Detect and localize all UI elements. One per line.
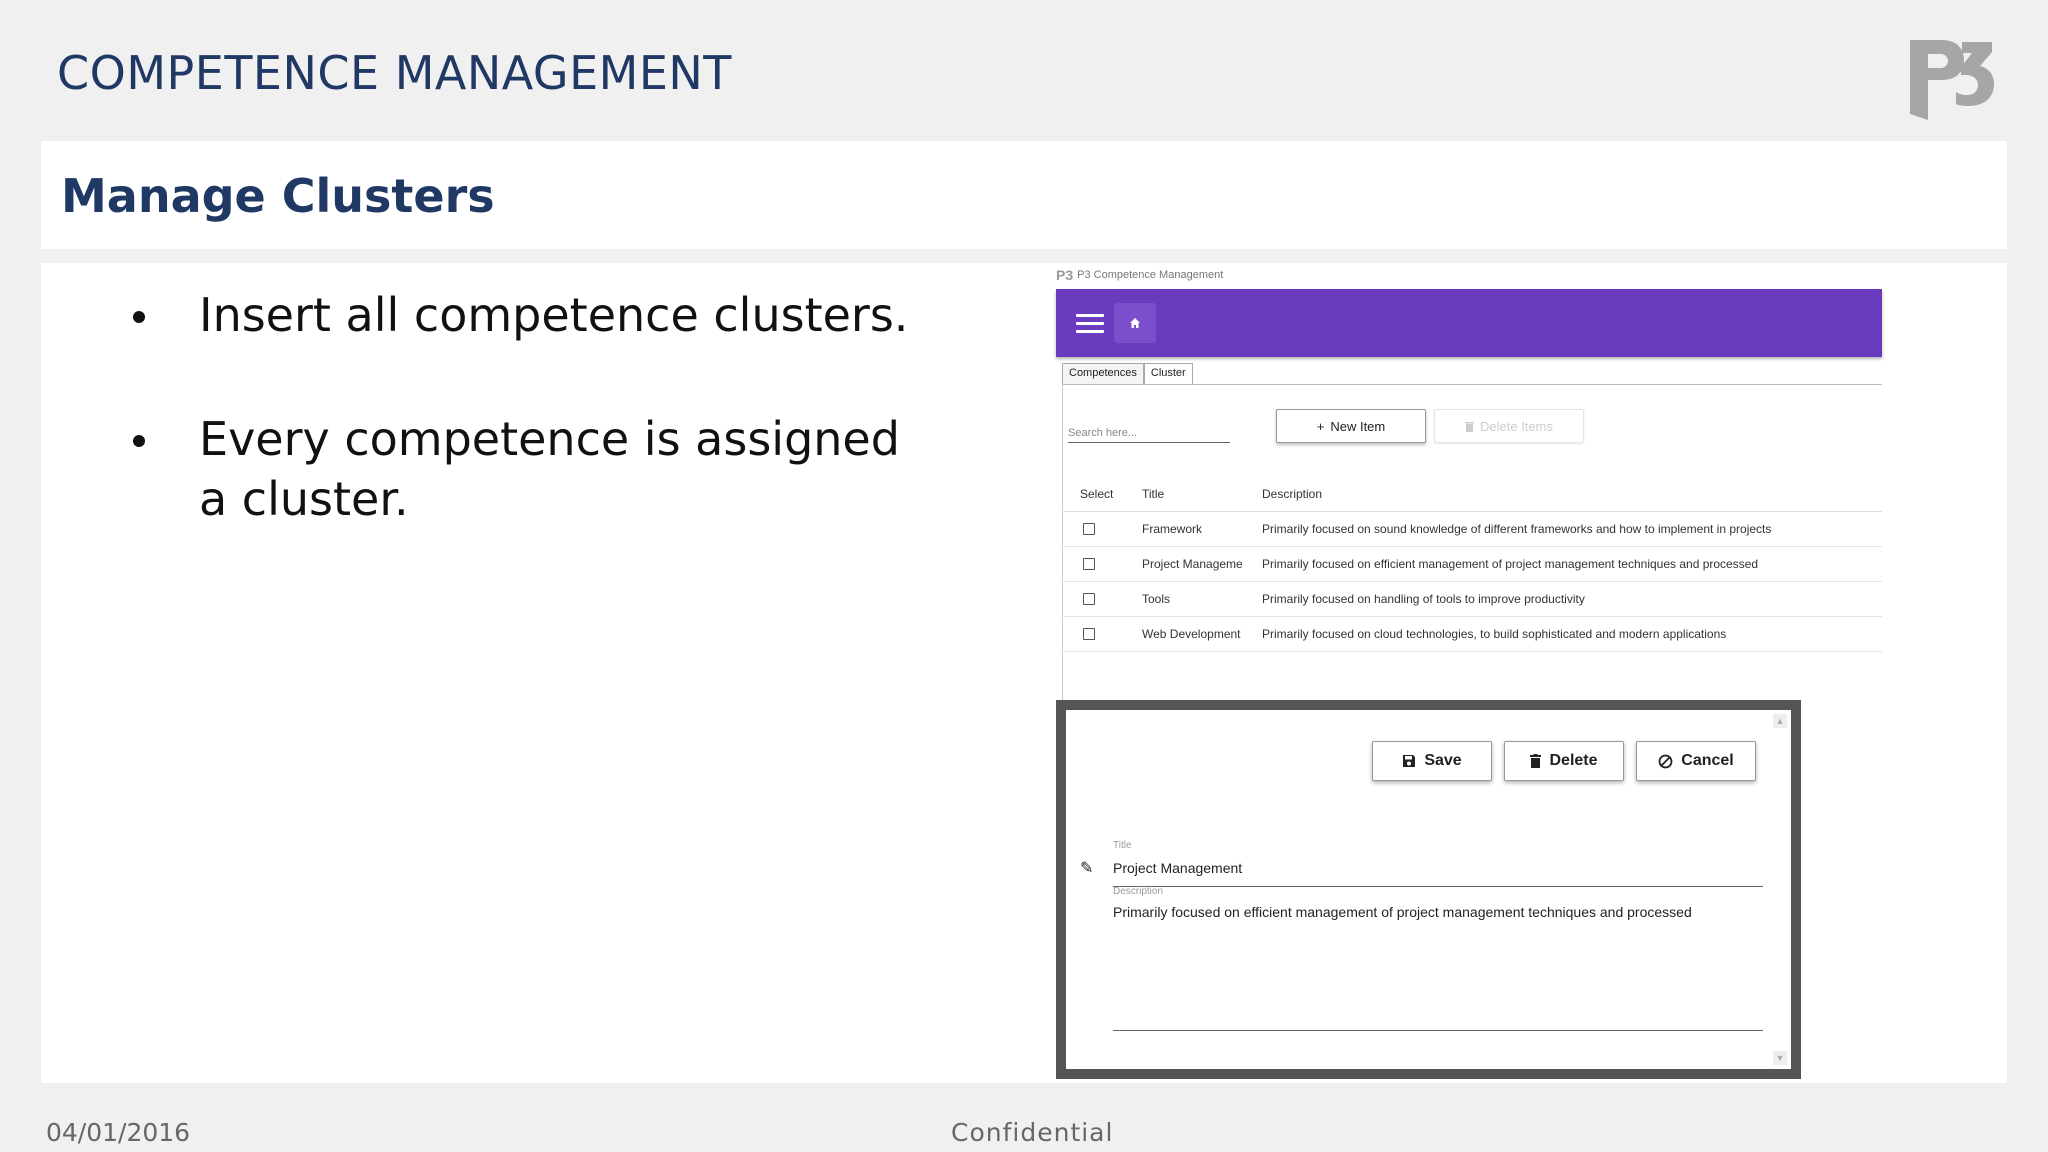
- delete-label: Delete: [1549, 752, 1598, 769]
- bullet-text: Insert all competence clusters.: [199, 288, 909, 342]
- table-row[interactable]: Project Manageme Primarily focused on ef…: [1062, 547, 1882, 582]
- edit-dialog: ▲ Save Delete Cancel ✎ Title Project Man…: [1056, 700, 1801, 1079]
- row-description: Primarily focused on cloud technologies,…: [1262, 627, 1727, 641]
- app-screenshot: P3 P3 Competence Management Competences …: [1056, 267, 1882, 1079]
- menu-icon[interactable]: [1076, 314, 1104, 334]
- table-header: Select Title Description: [1062, 477, 1882, 512]
- app-caption-text: P3 Competence Management: [1077, 269, 1224, 281]
- description-field-underline: [1113, 1030, 1763, 1031]
- ban-icon: [1658, 754, 1673, 768]
- cancel-button[interactable]: Cancel: [1636, 741, 1756, 781]
- tab-cluster[interactable]: Cluster: [1143, 363, 1193, 385]
- row-description: Primarily focused on sound knowledge of …: [1262, 522, 1772, 536]
- bullet-dot-icon: [133, 435, 145, 447]
- row-title: Project Manageme: [1142, 557, 1243, 571]
- save-label: Save: [1424, 752, 1462, 769]
- pencil-icon: ✎: [1080, 860, 1094, 877]
- tab-strip: Competences Cluster: [1062, 363, 1193, 385]
- delete-items-label: Delete Items: [1480, 418, 1553, 434]
- save-button[interactable]: Save: [1372, 741, 1492, 781]
- edit-dialog-body: ▲ Save Delete Cancel ✎ Title Project Man…: [1066, 710, 1791, 1069]
- trash-icon: [1530, 754, 1542, 768]
- table-row[interactable]: Framework Primarily focused on sound kno…: [1062, 512, 1882, 547]
- home-button[interactable]: [1114, 303, 1156, 343]
- tab-divider: [1062, 384, 1882, 385]
- row-title: Web Development: [1142, 627, 1241, 641]
- row-title: Framework: [1142, 522, 1203, 536]
- footer-date: 04/01/2016: [46, 1118, 191, 1147]
- title-field[interactable]: Project Management: [1113, 860, 1242, 876]
- delete-button[interactable]: Delete: [1504, 741, 1624, 781]
- cancel-label: Cancel: [1681, 752, 1734, 769]
- row-checkbox[interactable]: [1083, 593, 1095, 605]
- new-item-label: New Item: [1330, 418, 1386, 434]
- app-caption: P3 P3 Competence Management: [1056, 267, 1223, 283]
- column-header-title: Title: [1142, 487, 1165, 501]
- description-field[interactable]: Primarily focused on efficient managemen…: [1113, 904, 1692, 920]
- search-input[interactable]: Search here...: [1068, 423, 1230, 443]
- home-icon: [1130, 318, 1140, 328]
- new-item-button[interactable]: + New Item: [1276, 409, 1426, 443]
- floppy-disk-icon: [1403, 755, 1416, 767]
- title-field-label: Title: [1113, 840, 1132, 851]
- row-checkbox[interactable]: [1083, 558, 1095, 570]
- table-row[interactable]: Tools Primarily focused on handling of t…: [1062, 582, 1882, 617]
- description-field-label: Description: [1113, 886, 1164, 897]
- row-description: Primarily focused on efficient managemen…: [1262, 557, 1759, 571]
- plus-icon: +: [1316, 418, 1325, 434]
- scroll-down-arrow-icon[interactable]: ▼: [1773, 1051, 1787, 1065]
- bullet-text: Every competence is assigned a cluster.: [199, 412, 900, 526]
- app-toolbar: [1056, 289, 1882, 357]
- slide-subtitle: Manage Clusters: [61, 169, 495, 223]
- row-checkbox[interactable]: [1083, 628, 1095, 640]
- bullet-item: Insert all competence clusters.: [93, 285, 913, 345]
- scroll-up-arrow-icon[interactable]: ▲: [1773, 714, 1787, 728]
- table-row[interactable]: Web Development Primarily focused on clo…: [1062, 617, 1882, 652]
- tab-competences[interactable]: Competences: [1062, 363, 1144, 385]
- footer-confidential: Confidential: [951, 1118, 1114, 1147]
- title-field-underline: [1113, 886, 1763, 887]
- delete-items-button[interactable]: Delete Items: [1434, 409, 1584, 443]
- trash-icon: [1465, 421, 1474, 432]
- bullet-list: Insert all competence clusters. Every co…: [93, 285, 913, 593]
- bullet-dot-icon: [133, 311, 145, 323]
- column-header-select: Select: [1080, 487, 1114, 501]
- app-caption-logo: P3: [1056, 267, 1074, 283]
- cluster-table: Select Title Description Framework Prima…: [1062, 477, 1882, 652]
- row-description: Primarily focused on handling of tools t…: [1262, 592, 1585, 606]
- p3-logo: [1910, 40, 1994, 120]
- bullet-item: Every competence is assigned a cluster.: [93, 409, 913, 529]
- subtitle-bar: Manage Clusters: [41, 141, 2007, 249]
- row-title: Tools: [1142, 592, 1171, 606]
- row-checkbox[interactable]: [1083, 523, 1095, 535]
- column-header-description: Description: [1262, 487, 1323, 501]
- slide-title: COMPETENCE MANAGEMENT: [57, 46, 732, 100]
